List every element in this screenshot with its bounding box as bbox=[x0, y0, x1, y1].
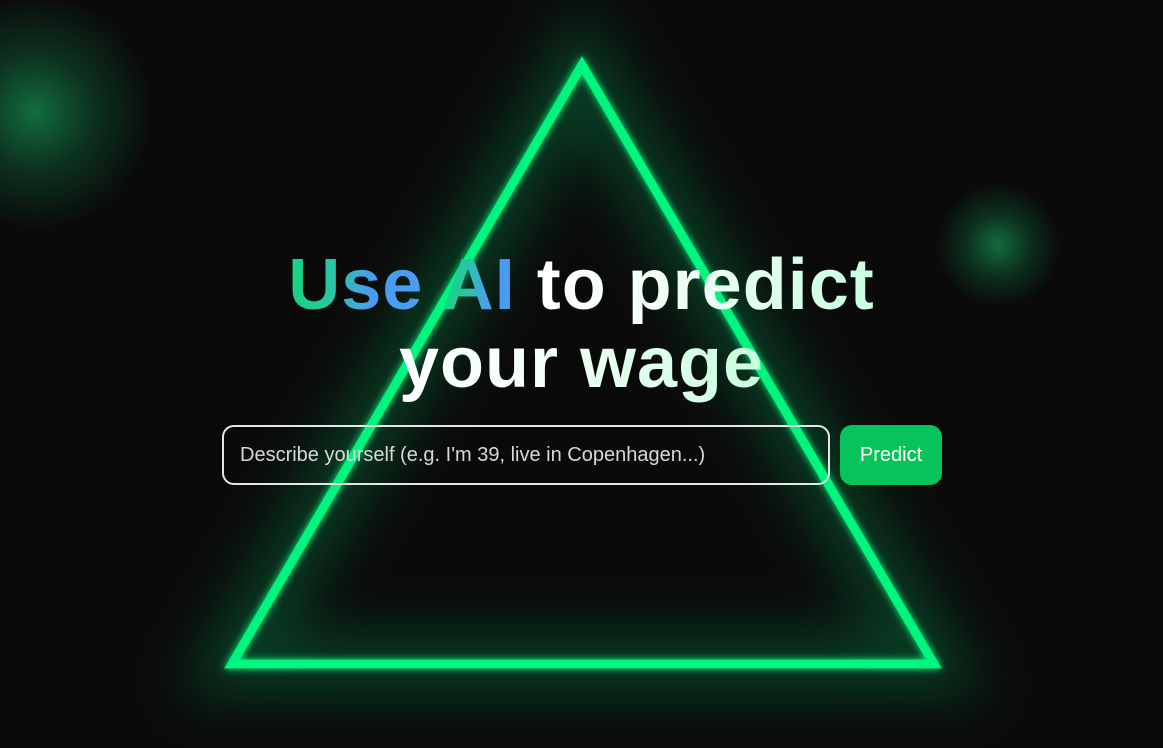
title-word-use: Use bbox=[288, 245, 424, 325]
describe-yourself-input[interactable] bbox=[222, 425, 830, 485]
page-title: Use AI to predict your wage bbox=[0, 246, 1163, 402]
landing-page: Use AI to predictyour wage Predict bbox=[0, 0, 1163, 748]
predict-form: Predict bbox=[222, 425, 942, 485]
title-rest-line1: to predict bbox=[536, 245, 875, 325]
predict-button[interactable]: Predict bbox=[840, 425, 942, 485]
title-line2: your wage bbox=[398, 323, 765, 403]
title-word-ai: AI bbox=[441, 245, 516, 325]
